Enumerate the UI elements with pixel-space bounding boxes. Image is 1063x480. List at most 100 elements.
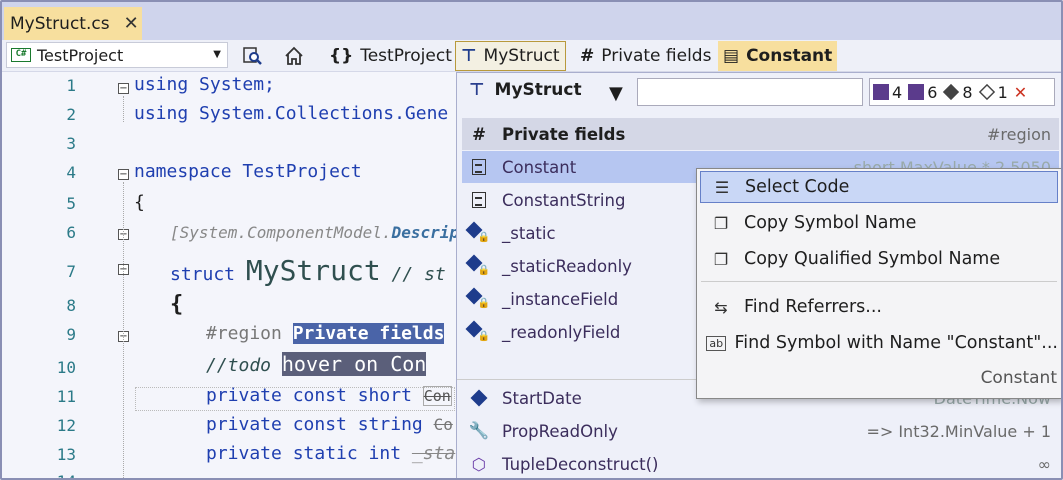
field-count-value: 8	[962, 82, 973, 102]
close-icon[interactable]: ✕	[124, 13, 139, 34]
code-text: //todo	[206, 355, 282, 376]
line-number: 12	[56, 416, 76, 435]
breadcrumb-region-label: Private fields	[601, 46, 712, 66]
code-line: private const short Con	[206, 385, 452, 406]
window-frame: MyStruct.cs ✕ C# TestProject ▼ {} TestPr…	[0, 0, 1063, 480]
home-icon[interactable]	[282, 44, 306, 68]
hash-icon: #	[580, 46, 595, 66]
field-icon	[466, 389, 492, 407]
context-menu: ☰ Select Code ❐ Copy Symbol Name ❐ Copy …	[696, 168, 1061, 399]
popup-title-label: MyStruct	[494, 80, 582, 100]
code-text: private static int	[206, 443, 412, 464]
code-line: struct MyStruct // st	[170, 254, 446, 287]
member-type-filters[interactable]: 4 6 8 1 ✕	[869, 78, 1055, 106]
breadcrumb-namespace-label: TestProject	[360, 46, 452, 66]
code-line: {	[134, 192, 145, 213]
list-item[interactable]: 🔧 PropReadOnly => Int32.MinValue + 1	[462, 415, 1059, 447]
code-text: using System.Collections.Gene	[134, 103, 449, 124]
todo-highlight: hover on Con	[281, 352, 427, 376]
navigation-bar: C# TestProject ▼ {} TestProject ⊤ MyStru…	[2, 40, 1061, 72]
line-number: 8	[66, 296, 76, 315]
private-field-icon: 🔒	[465, 254, 492, 276]
copy-icon: ❐	[713, 213, 729, 233]
group-label: Private fields	[502, 124, 626, 144]
struct-name: MyStruct	[245, 254, 381, 287]
code-text: Con	[422, 386, 452, 406]
fold-toggle[interactable]: −	[118, 83, 129, 94]
code-text: [System.ComponentModel.	[170, 223, 392, 242]
private-count-value: 6	[927, 82, 938, 102]
fold-toggle[interactable]: −	[118, 169, 129, 180]
type-count[interactable]: 1	[978, 83, 1011, 102]
filter-icon[interactable]: ▼	[609, 83, 623, 104]
member-name: _staticReadonly	[502, 256, 632, 276]
line-number: 3	[66, 134, 76, 153]
private-field-icon: 🔒	[465, 320, 492, 342]
menu-item-find-referrers[interactable]: ⇆ Find Referrers...	[700, 291, 1058, 323]
struct-icon: ⊤	[469, 80, 485, 100]
code-text: private const short	[206, 385, 423, 406]
code-text: using System;	[134, 74, 275, 95]
breadcrumb-struct[interactable]: ⊤ MyStruct	[455, 41, 566, 71]
code-text: private const string	[206, 414, 434, 435]
line-number: 7	[66, 262, 76, 281]
menu-item-copy-qualified-name[interactable]: ❐ Copy Qualified Symbol Name	[700, 243, 1058, 275]
code-line: namespace TestProject	[134, 161, 362, 182]
member-name: _readonlyField	[502, 322, 621, 342]
code-line: using System;	[134, 74, 275, 95]
line-number: 5	[66, 194, 76, 213]
member-search-input[interactable]	[637, 78, 863, 106]
menu-item-label: Find Referrers...	[744, 297, 882, 317]
list-group-header[interactable]: # Private fields #region	[462, 118, 1059, 150]
private-count[interactable]: 6	[908, 83, 940, 102]
region-highlight: Private fields	[292, 323, 445, 344]
member-name: PropReadOnly	[502, 421, 618, 441]
breadcrumb-namespace[interactable]: {} TestProject	[324, 41, 457, 71]
line-number: 13	[56, 445, 76, 464]
text-search-icon: ab	[706, 335, 727, 351]
private-field-icon: 🔒	[465, 287, 492, 309]
method-count-value: 4	[892, 82, 903, 102]
code-line: {	[170, 292, 184, 317]
menu-separator	[701, 281, 1057, 282]
breadcrumb-region[interactable]: # Private fields	[575, 41, 716, 71]
constant-icon	[466, 192, 492, 208]
project-name: TestProject	[37, 45, 124, 65]
find-icon[interactable]	[240, 44, 264, 68]
code-text: _sta	[411, 443, 456, 464]
divider	[457, 379, 697, 380]
copy-icon: ❐	[713, 249, 729, 269]
braces-icon: {}	[329, 46, 354, 66]
clear-filter-icon[interactable]: ✕	[1014, 83, 1027, 102]
code-text: // st	[380, 264, 446, 285]
popup-header: ⊤ MyStruct ▼ 4 6 8 1 ✕	[457, 73, 1061, 113]
code-line: #region Private fields	[206, 323, 445, 344]
member-name: StartDate	[502, 388, 582, 408]
document-tab-title: MyStruct.cs	[10, 13, 110, 34]
code-line: private const string Co	[206, 414, 453, 435]
line-number: 10	[56, 358, 76, 377]
menu-item-find-symbol-by-name[interactable]: ab Find Symbol with Name "Constant"...	[700, 327, 1058, 359]
method-count[interactable]: 4	[873, 83, 905, 102]
code-editor[interactable]: 1 2 3 4 5 6 7 8 9 10 11 12 13 14 − − − −…	[2, 72, 457, 478]
member-name: _static	[502, 223, 556, 243]
project-dropdown[interactable]: C# TestProject ▼	[6, 42, 228, 68]
breadcrumb-member[interactable]: ▤ Constant	[718, 41, 838, 71]
member-name: ConstantString	[502, 190, 626, 210]
document-tab[interactable]: MyStruct.cs ✕	[4, 7, 142, 40]
menu-item-label: Find Symbol with Name "Constant"...	[734, 333, 1058, 353]
link-icon: ∞	[1037, 454, 1051, 474]
context-menu-symbol: Constant	[980, 368, 1057, 388]
breadcrumb-member-label: Constant	[746, 46, 833, 66]
method-icon	[873, 84, 889, 100]
menu-item-label: Copy Qualified Symbol Name	[744, 249, 1001, 269]
csharp-project-icon: C#	[11, 48, 31, 62]
struct-icon: ⊤	[461, 46, 477, 66]
hash-icon: #	[472, 124, 486, 144]
menu-item-copy-symbol-name[interactable]: ❐ Copy Symbol Name	[700, 207, 1058, 239]
line-number: 11	[56, 387, 76, 406]
member-value: => Int32.MinValue + 1	[866, 421, 1051, 441]
field-count[interactable]: 8	[943, 83, 975, 102]
menu-item-select-code[interactable]: ☰ Select Code	[700, 171, 1058, 203]
list-item[interactable]: ⬡ TupleDeconstruct() ∞	[462, 448, 1059, 478]
